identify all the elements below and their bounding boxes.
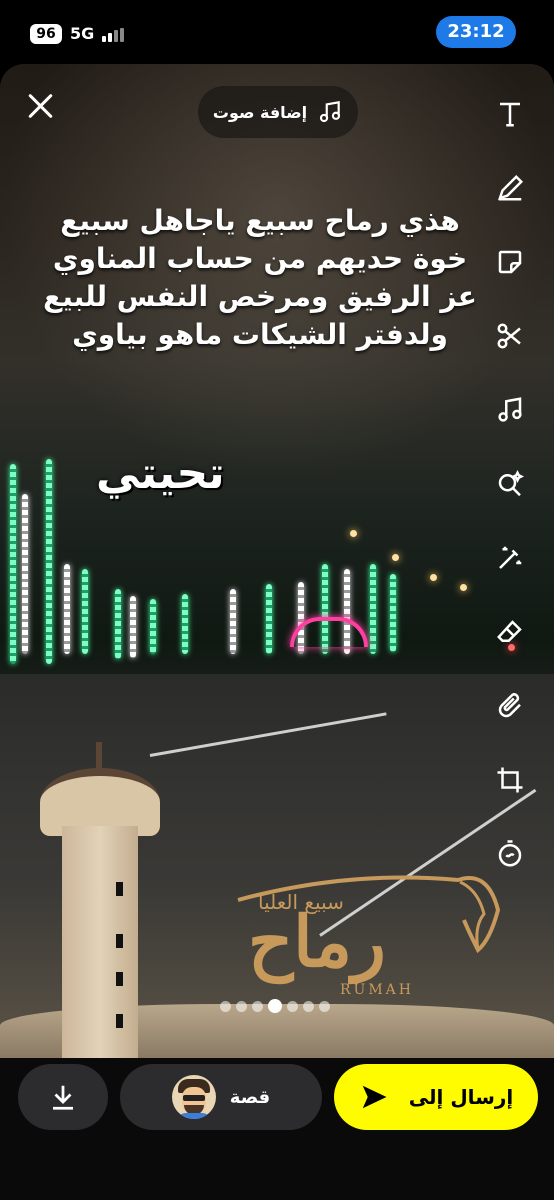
page-dot (303, 1000, 314, 1012)
scissors-tool[interactable] (490, 316, 530, 356)
close-button[interactable] (24, 90, 56, 122)
pencil-icon (498, 174, 524, 201)
crop-tool[interactable] (490, 760, 530, 800)
light-pole (150, 599, 156, 654)
music-note-icon (498, 397, 522, 422)
timer-tool[interactable] (490, 834, 530, 874)
send-label: إرسال إلى (408, 1085, 514, 1109)
music-tool[interactable] (490, 390, 530, 430)
street-light (392, 554, 399, 561)
light-pole (370, 564, 376, 654)
street-light (350, 530, 357, 537)
paperclip-icon (498, 693, 521, 718)
my-story-button[interactable]: قصة (120, 1064, 322, 1130)
attach-tool[interactable] (490, 686, 530, 726)
photo-canvas[interactable]: هذي رماح سبيع ياجاهل سبيع خوة حديهم من ح… (0, 64, 554, 1058)
search-sparkle-icon (498, 469, 525, 497)
water-tower-sticker[interactable] (40, 714, 160, 1058)
page-dot (220, 1000, 231, 1012)
street-light (430, 574, 437, 581)
signal-icon (102, 28, 126, 42)
greeting-text-sticker[interactable]: تحيتي (96, 448, 225, 499)
eraser-icon (497, 620, 522, 642)
light-pole (130, 596, 136, 658)
battery-indicator: 96 (30, 24, 62, 44)
light-pole (22, 494, 28, 654)
page-indicator (220, 998, 330, 1014)
text-icon (500, 102, 520, 127)
light-pole (230, 589, 236, 654)
sticker-tool[interactable] (490, 242, 530, 282)
page-dot (287, 1000, 298, 1012)
magic-tool[interactable] (490, 538, 530, 578)
caption-line: ولدفتر الشيكات ماهو بياوي (72, 318, 448, 351)
send-to-button[interactable]: إرسال إلى (334, 1064, 538, 1130)
network-type: 5G (70, 24, 95, 43)
scissors-icon (497, 323, 521, 349)
light-pole (46, 459, 52, 664)
light-pole (390, 574, 396, 652)
caption-text[interactable]: هذي رماح سبيع ياجاهل سبيع خوة حديهم من ح… (40, 202, 480, 354)
add-sound-label: إضافة صوت (212, 102, 308, 122)
draw-tool[interactable] (490, 168, 530, 208)
lane-line (149, 712, 387, 757)
status-clock: 23:12 (436, 16, 516, 48)
light-pole (115, 589, 121, 659)
lens-tool[interactable] (490, 464, 530, 504)
download-button[interactable] (18, 1064, 108, 1130)
street-light (460, 584, 467, 591)
caption-line: هذي رماح سبيع ياجاهل سبيع (60, 204, 460, 237)
caption-line: خوة حديهم من حساب المناوي (52, 242, 468, 275)
story-label: قصة (229, 1086, 271, 1108)
light-pole (82, 569, 88, 654)
sticker-icon (498, 250, 522, 274)
send-arrow-icon (362, 1085, 387, 1109)
light-pole (266, 584, 272, 654)
logo-latin: RUMAH (340, 982, 414, 998)
status-bar: 96 5G 23:12 (0, 0, 554, 64)
eraser-tool[interactable] (490, 612, 530, 652)
music-note-icon (320, 100, 341, 123)
pink-arch (290, 617, 368, 647)
timer-icon (498, 840, 522, 867)
page-dot-active (268, 999, 282, 1013)
download-icon (53, 1085, 73, 1110)
rumah-logo[interactable]: سبيع العليا رماح RUMAH (228, 870, 508, 1010)
light-pole (64, 564, 70, 654)
logo-title: رماح (248, 900, 386, 983)
bottom-action-bar: قصة إرسال إلى (0, 1058, 554, 1200)
light-pole (182, 594, 188, 654)
light-pole (10, 464, 16, 664)
page-dot (319, 1000, 330, 1012)
page-dot (252, 1000, 263, 1012)
page-dot (236, 1000, 247, 1012)
add-sound-button[interactable]: إضافة صوت (198, 86, 358, 138)
magic-wand-icon (499, 546, 522, 569)
crop-icon (497, 767, 523, 793)
text-tool[interactable] (490, 94, 530, 134)
avatar (171, 1075, 216, 1119)
caption-line: عز الرفيق ومرخص النفس للبيع (43, 280, 477, 313)
